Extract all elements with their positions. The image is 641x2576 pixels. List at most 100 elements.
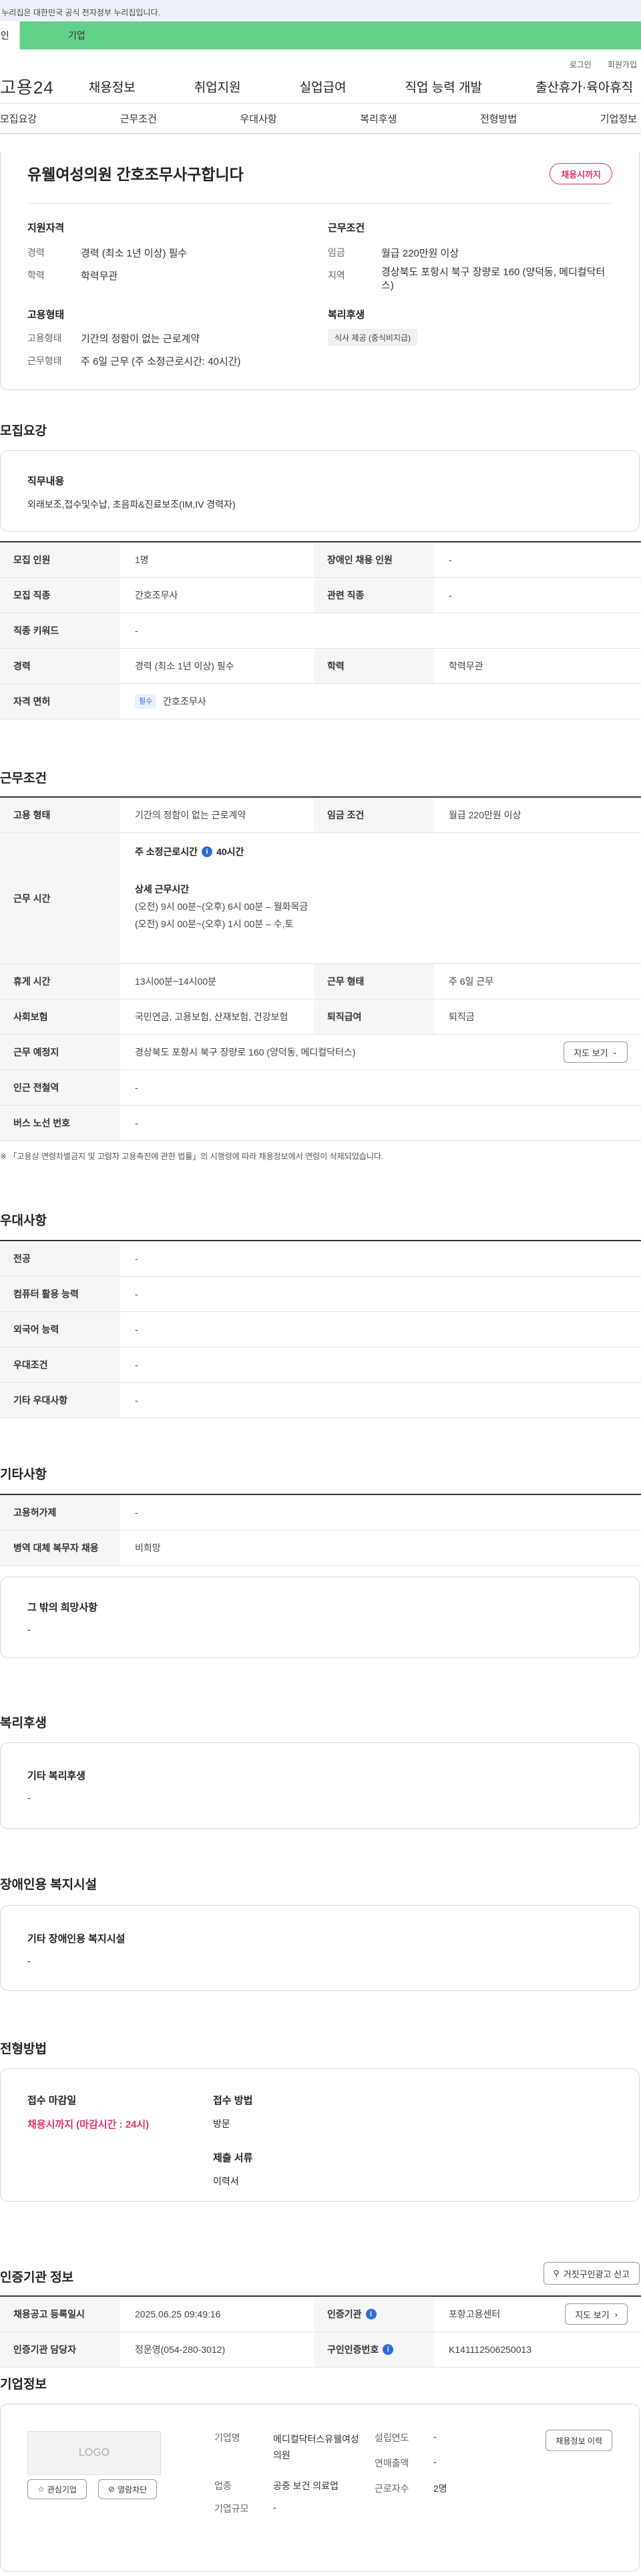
manager-value: 정운영(054-280-3012) (135, 2344, 226, 2355)
docs-value: 이력서 (213, 2176, 239, 2187)
weekly-hours-label: 주 소정근로시간 (135, 846, 198, 857)
selection-section-title: 전형방법 (0, 2042, 47, 2056)
subnav-company[interactable]: 기업정보 (600, 112, 637, 126)
table-row: 자격 면허 필수 간호조무사 (0, 684, 641, 719)
preference-section-title: 우대사항 (0, 1214, 47, 1228)
location-label: 근무 예정지 (0, 1035, 120, 1070)
keyword-value: - (135, 625, 138, 636)
subway-label: 인근 전철역 (0, 1070, 120, 1105)
signup-link[interactable]: 회원가입 (608, 59, 637, 69)
table-row: 우대조건 - (0, 1347, 641, 1383)
agency-map-label: 지도 보기 (575, 2309, 610, 2320)
bus-value: - (135, 1118, 138, 1128)
subnav-welfare[interactable]: 복리후생 (360, 112, 397, 126)
employees-value: 2명 (433, 2483, 447, 2494)
recruit-table: 모집 인원 1명 장애인 채용 인원 - 모집 직종 간호조무사 관련 직종 -… (0, 541, 641, 719)
detail-hours-1: (오전) 9시 00분~(오후) 6시 00분 – 월화목금 (135, 901, 308, 912)
detail-hours-2: (오전) 9시 00분~(오후) 1시 00분 – 수,토 (135, 919, 294, 929)
subnav-recruit[interactable]: 모집요강 (0, 112, 37, 126)
info-icon[interactable]: i (202, 846, 213, 857)
career-label: 경력 (0, 649, 120, 683)
founded-label: 설립연도 (375, 2432, 409, 2443)
employment-label-type: 고용형태 (27, 333, 62, 343)
favorite-company-button[interactable]: ☆ 관심기업 (27, 2479, 87, 2499)
site-logo[interactable]: 고용24 (0, 74, 54, 99)
insurance-value: 국민연금, 고용보험, 산재보험, 건강보험 (135, 1011, 288, 1022)
bell-icon: ⚲ (553, 2269, 560, 2278)
gnb-item-employment-support[interactable]: 취업지원 (194, 77, 241, 96)
employment-value-shift: 주 6일 근무 (주 소정근로시간: 40시간) (81, 356, 241, 367)
gnb-item-jobs[interactable]: 채용정보 (89, 77, 136, 96)
weekly-hours-value: 40시간 (216, 846, 244, 857)
welfare-tag: 식사 제공 (중식비지급) (328, 329, 418, 346)
welfare-card: 기타 복리후생 - (0, 1742, 640, 1829)
gov-notice-bar: 이 누리집은 대한민국 공식 전자정부 누리집입니다. (0, 0, 641, 21)
job-type-value: 간호조무사 (135, 590, 178, 601)
tab-company[interactable]: 기업 (20, 21, 641, 49)
subnav-preference[interactable]: 우대사항 (240, 112, 277, 126)
bus-label: 버스 노선 번호 (0, 1106, 120, 1140)
gnb-item-training[interactable]: 직업 능력 개발 (405, 77, 482, 96)
preferred-condition-label: 우대조건 (0, 1347, 120, 1382)
other-wishes-card: 그 밖의 희망사항 - (0, 1577, 640, 1658)
table-row: 휴게 시간 13시00분~14시00분 근무 형태 주 6일 근무 (0, 964, 641, 999)
insurance-label: 사회보험 (0, 999, 120, 1034)
info-icon[interactable]: i (383, 2344, 394, 2355)
related-job-value: - (449, 590, 452, 601)
agency-map-button[interactable]: 지도 보기 › (565, 2303, 628, 2325)
subnav-conditions[interactable]: 근무조건 (120, 112, 157, 126)
recruit-history-button[interactable]: 채용정보 이력 (546, 2430, 612, 2451)
employment-value-type: 기간의 정함이 없는 근로계약 (81, 333, 200, 345)
table-row: 기타 우대사항 - (0, 1383, 641, 1418)
manager-label: 인증기관 담당자 (0, 2332, 120, 2367)
table-row: 근무 예정지 경상북도 포항시 북구 장량로 160 (양덕동, 메디컬닥터스)… (0, 1035, 641, 1070)
wage-label: 임금 조건 (314, 798, 434, 832)
method-value: 방문 (213, 2118, 230, 2129)
deadline-value: 채용시까지 (마감시간 : 24시) (27, 2119, 150, 2130)
tab-personal[interactable]: 개인 (0, 21, 20, 49)
other-wishes-label: 그 밖의 희망사항 (27, 1602, 97, 1613)
job-content-value: 외래보조,접수및수납, 초음파&진료보조(IM,IV 경력자) (27, 499, 236, 510)
gnb-item-leave[interactable]: 출산휴가·육아휴직 (536, 77, 633, 96)
disability-facility-value: - (27, 1955, 31, 1966)
age-footnote: ※ 「고용상 연령차별금지 및 고령자 고용촉진에 관한 법률」의 시행령에 따… (0, 1152, 384, 1161)
qualification-label-career: 경력 (27, 247, 45, 258)
career-value: 경력 (최소 1년 이상) 필수 (135, 661, 234, 671)
block-icon: ⊘ (108, 2484, 116, 2494)
welfare-heading: 복리후생 (328, 309, 365, 321)
preference-table: 전공 - 컴퓨터 활용 능력 - 외국어 능력 - 우대조건 - 기타 우대사항 - (0, 1240, 641, 1418)
license-value: 간호조무사 (163, 696, 206, 707)
login-link[interactable]: 로그인 (570, 59, 592, 69)
other-preference-value: - (135, 1395, 138, 1406)
reg-date-label: 채용공고 등록일시 (0, 2297, 120, 2331)
work-permit-label: 고용허가제 (0, 1495, 120, 1530)
related-job-label: 관련 직종 (314, 578, 434, 613)
block-company-button[interactable]: ⊘ 열람차단 (98, 2479, 158, 2499)
gnb-item-unemployment[interactable]: 실업급여 (300, 77, 347, 96)
agency-section-title: 인증기관 정보 (0, 2271, 74, 2285)
table-row: 모집 직종 간호조무사 관련 직종 - (0, 578, 641, 613)
location-cell: 경상북도 포항시 북구 장량로 160 (양덕동, 메디컬닥터스) 지도 보기 ⌄ (120, 1035, 641, 1070)
company-size-value: - (273, 2502, 276, 2513)
table-row: 병역 대체 복무자 채용 비희망 (0, 1531, 641, 1566)
major-label: 전공 (0, 1241, 120, 1276)
job-type-label: 모집 직종 (0, 578, 120, 613)
info-icon[interactable]: i (365, 2309, 377, 2319)
table-row: 채용공고 등록일시 2025.06.25 09:49:16 인증기관 i 포항고용… (0, 2297, 641, 2332)
work-label-wage: 임금 (328, 247, 345, 258)
other-wishes-value: - (27, 1624, 31, 1635)
other-welfare-value: - (27, 1792, 31, 1803)
qualification-heading: 지원자격 (27, 222, 65, 234)
map-button[interactable]: 지도 보기 ⌄ (564, 1041, 628, 1063)
report-button-label: 거짓구인광고 신고 (563, 2269, 630, 2279)
severance-label: 퇴직급여 (314, 999, 434, 1034)
qualification-value-edu: 학력무관 (81, 271, 118, 282)
agency-value: 포항고용센터 (449, 2309, 501, 2319)
other-welfare-label: 기타 복리후생 (27, 1770, 85, 1782)
shift-value: 주 6일 근무 (449, 976, 494, 987)
disabled-value: - (449, 554, 452, 565)
report-fake-ad-button[interactable]: ⚲ 거짓구인광고 신고 (543, 2262, 640, 2285)
subnav-selection[interactable]: 전형방법 (480, 112, 517, 126)
industry-label: 업종 (214, 2480, 232, 2491)
conditions-table: 고용 형태 기간의 정함이 없는 근로계약 임금 조건 월급 220만원 이상 … (0, 796, 641, 1141)
